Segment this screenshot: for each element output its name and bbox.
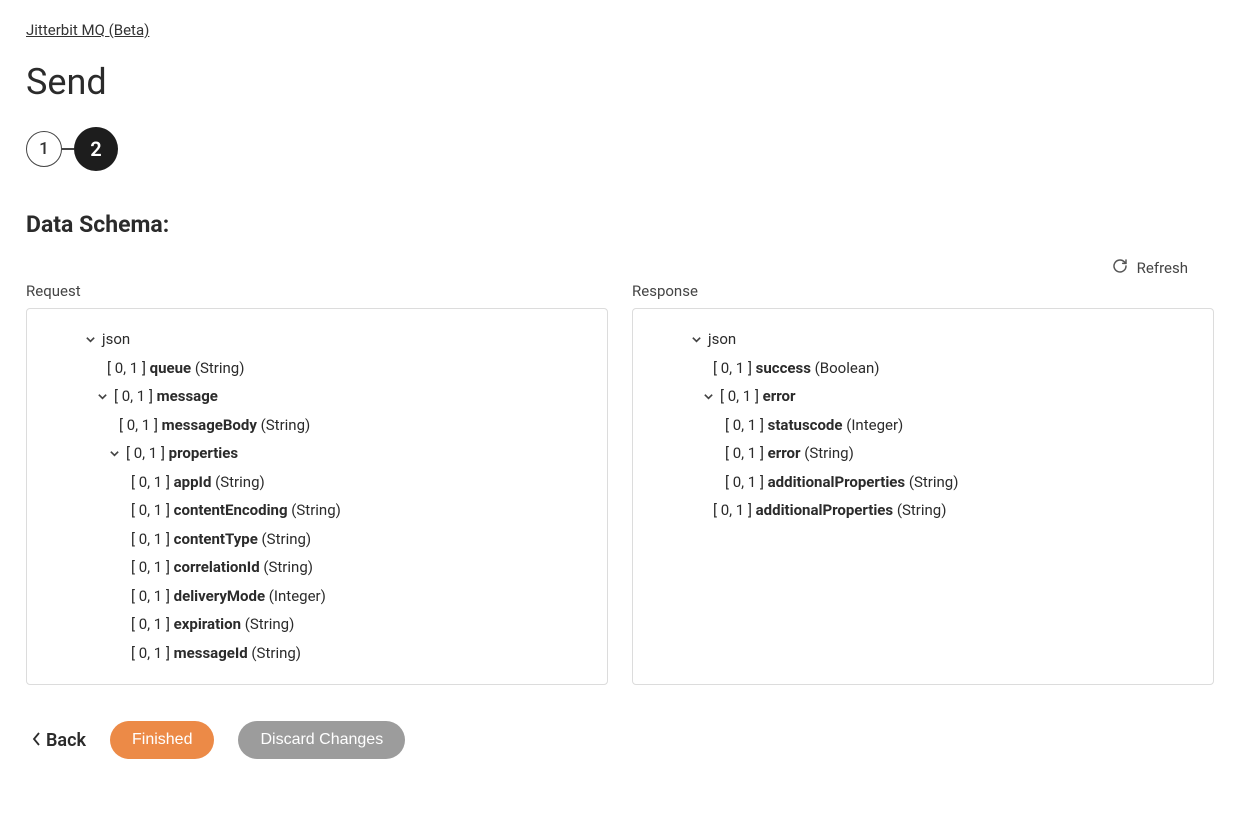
discard-changes-button[interactable]: Discard Changes	[238, 721, 405, 759]
page-title: Send	[26, 61, 1214, 103]
tree-node: [ 0, 1 ] appId (String)	[37, 468, 597, 497]
tree-node[interactable]: [ 0, 1 ] properties	[37, 439, 597, 468]
tree-node-label: [ 0, 1 ] contentEncoding (String)	[131, 499, 341, 522]
tree-node-label: [ 0, 1 ] properties	[126, 442, 238, 465]
step-2[interactable]: 2	[74, 127, 118, 171]
tree-node: [ 0, 1 ] additionalProperties (String)	[643, 468, 1203, 497]
tree-node-label: [ 0, 1 ] deliveryMode (Integer)	[131, 585, 326, 608]
refresh-button[interactable]: Refresh	[26, 258, 1214, 278]
tree-node-label: [ 0, 1 ] correlationId (String)	[131, 556, 313, 579]
tree-node-label: [ 0, 1 ] expiration (String)	[131, 613, 294, 636]
finished-button[interactable]: Finished	[110, 721, 214, 759]
request-schema-box[interactable]: json [ 0, 1 ] queue (String) [ 0, 1 ] mess…	[26, 308, 608, 685]
tree-node-label: [ 0, 1 ] queue (String)	[107, 357, 244, 380]
tree-node: [ 0, 1 ] messageId (String)	[37, 639, 597, 668]
tree-node: [ 0, 1 ] additionalProperties (String)	[643, 496, 1203, 525]
tree-node-label: [ 0, 1 ] additionalProperties (String)	[713, 499, 946, 522]
tree-node-label: json	[708, 328, 736, 351]
tree-node-label: [ 0, 1 ] success (Boolean)	[713, 357, 879, 380]
tree-node-label: [ 0, 1 ] messageId (String)	[131, 642, 301, 665]
back-button[interactable]: Back	[32, 730, 86, 751]
back-label: Back	[46, 730, 86, 751]
tree-node: [ 0, 1 ] success (Boolean)	[643, 354, 1203, 383]
chevron-down-icon[interactable]	[701, 389, 715, 403]
tree-node: [ 0, 1 ] correlationId (String)	[37, 553, 597, 582]
breadcrumb-link[interactable]: Jitterbit MQ (Beta)	[26, 21, 149, 39]
chevron-down-icon[interactable]	[107, 446, 121, 460]
stepper: 1 2	[26, 127, 1214, 171]
tree-node[interactable]: json	[643, 325, 1203, 354]
tree-node-label: [ 0, 1 ] additionalProperties (String)	[725, 471, 958, 494]
chevron-down-icon[interactable]	[83, 332, 97, 346]
chevron-down-icon[interactable]	[95, 389, 109, 403]
step-1[interactable]: 1	[26, 131, 62, 167]
section-title: Data Schema:	[26, 211, 1214, 238]
chevron-left-icon	[32, 730, 42, 751]
tree-node: [ 0, 1 ] queue (String)	[37, 354, 597, 383]
tree-node-label: json	[102, 328, 130, 351]
refresh-label: Refresh	[1137, 259, 1188, 277]
tree-node-label: [ 0, 1 ] appId (String)	[131, 471, 265, 494]
tree-node: [ 0, 1 ] expiration (String)	[37, 610, 597, 639]
tree-node[interactable]: json	[37, 325, 597, 354]
response-schema-box[interactable]: json [ 0, 1 ] success (Boolean) [ 0, 1 ] e…	[632, 308, 1214, 685]
tree-node-label: [ 0, 1 ] message	[114, 385, 218, 408]
tree-node: [ 0, 1 ] deliveryMode (Integer)	[37, 582, 597, 611]
tree-node: [ 0, 1 ] messageBody (String)	[37, 411, 597, 440]
tree-node-label: [ 0, 1 ] statuscode (Integer)	[725, 414, 903, 437]
tree-node: [ 0, 1 ] contentEncoding (String)	[37, 496, 597, 525]
tree-node-label: [ 0, 1 ] messageBody (String)	[119, 414, 310, 437]
tree-node[interactable]: [ 0, 1 ] error	[643, 382, 1203, 411]
tree-node: [ 0, 1 ] statuscode (Integer)	[643, 411, 1203, 440]
refresh-icon	[1112, 258, 1128, 278]
step-connector	[62, 148, 74, 150]
chevron-down-icon[interactable]	[689, 332, 703, 346]
tree-node: [ 0, 1 ] error (String)	[643, 439, 1203, 468]
tree-node-label: [ 0, 1 ] contentType (String)	[131, 528, 311, 551]
response-label: Response	[632, 282, 1214, 300]
tree-node[interactable]: [ 0, 1 ] message	[37, 382, 597, 411]
request-label: Request	[26, 282, 608, 300]
tree-node-label: [ 0, 1 ] error (String)	[725, 442, 854, 465]
tree-node: [ 0, 1 ] contentType (String)	[37, 525, 597, 554]
tree-node-label: [ 0, 1 ] error	[720, 385, 795, 408]
